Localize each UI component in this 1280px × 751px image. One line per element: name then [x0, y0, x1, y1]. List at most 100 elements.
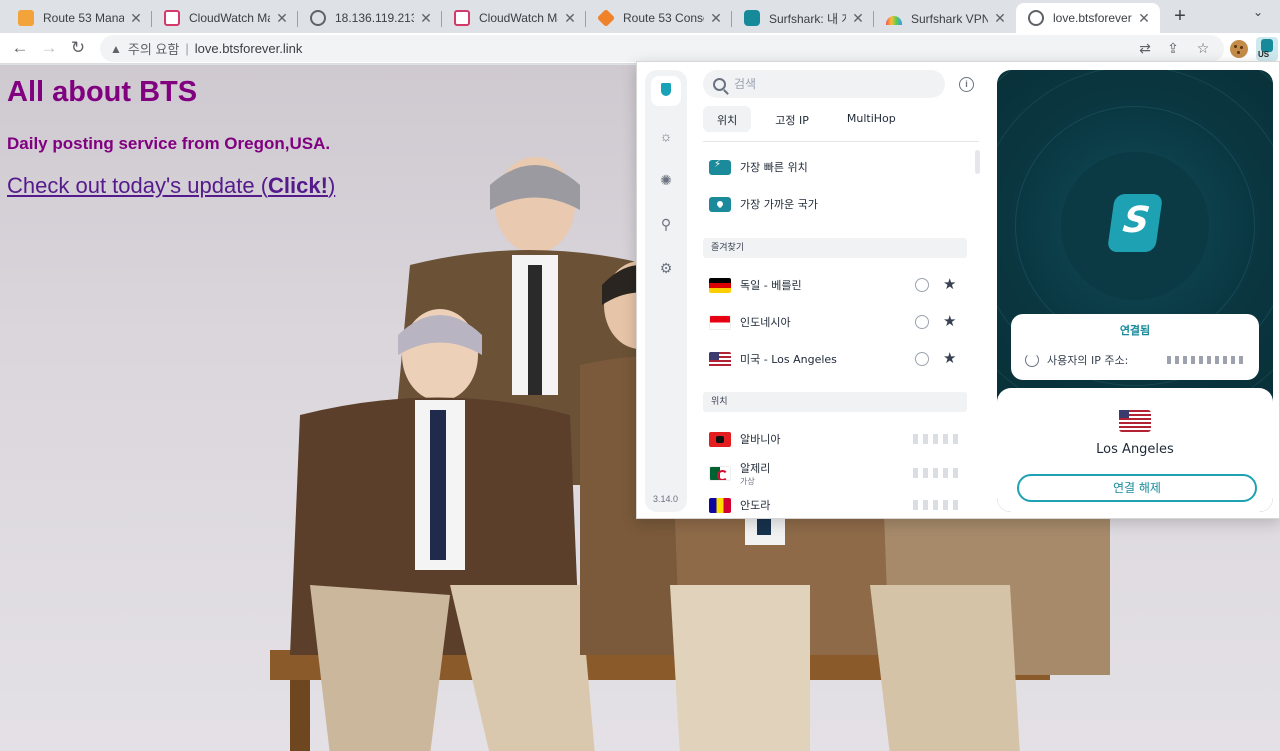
star-icon[interactable]: ★: [943, 275, 956, 293]
tab-multihop[interactable]: MultiHop: [833, 106, 910, 132]
list-item-label: 독일 - 베를린: [740, 279, 802, 292]
info-icon[interactable]: i: [959, 77, 974, 92]
favorites-header: 즐겨찾기: [703, 238, 967, 258]
browser-tab[interactable]: CloudWatch Man ✕: [442, 3, 586, 33]
list-item-favorite[interactable]: 미국 - Los Angeles ★: [703, 344, 971, 374]
search-alert-icon[interactable]: ⚲: [658, 216, 674, 232]
star-icon[interactable]: ★: [943, 312, 956, 330]
connection-status: 연결됨: [1119, 324, 1151, 337]
bookmark-star-icon[interactable]: ☆: [1192, 37, 1214, 59]
close-icon[interactable]: ✕: [274, 10, 290, 26]
page-subtitle: Daily posting service from Oregon,USA.: [7, 134, 331, 153]
usa-flag-icon: [1119, 410, 1151, 432]
aws-box-icon: [18, 10, 34, 26]
chevron-down-icon[interactable]: ⌄: [1248, 5, 1268, 25]
browser-tab[interactable]: Surfshark VPN 확 ✕: [874, 3, 1016, 33]
tab-static-ip[interactable]: 고정 IP: [761, 106, 823, 132]
list-item-favorite[interactable]: 인도네시아 ★: [703, 307, 971, 337]
list-item-favorite[interactable]: 독일 - 베를린 ★: [703, 270, 971, 300]
location-name: 알제리: [740, 461, 771, 475]
antivirus-bug-icon[interactable]: ✺: [658, 172, 674, 188]
list-item-label: 가장 빠른 위치: [740, 161, 808, 174]
radio-toggle[interactable]: [915, 278, 929, 292]
forward-arrow-icon[interactable]: →: [37, 37, 61, 59]
close-icon[interactable]: ✕: [562, 10, 578, 26]
status-card: 연결됨 사용자의 IP 주소:: [1011, 314, 1259, 380]
link-bold-text[interactable]: Click!: [268, 173, 328, 198]
pixelated-region: [913, 434, 961, 444]
browser-tab[interactable]: Route 53 Consol ✕: [586, 3, 732, 33]
back-arrow-icon[interactable]: ←: [8, 37, 32, 59]
browser-tab[interactable]: CloudWatch Man ✕: [152, 3, 298, 33]
pin-icon: [709, 196, 731, 212]
browser-tab[interactable]: Route 53 Manag ✕: [6, 3, 152, 33]
browser-toolbar: ← → ↻ ▲ 주의 요함 | love.btsforever.link ⇄ ⇪…: [0, 33, 1280, 64]
tab-title: CloudWatch Man: [479, 11, 558, 25]
tab-title: Route 53 Manag: [43, 11, 124, 25]
ip-line: 사용자의 IP 주소:: [1025, 352, 1128, 368]
browser-tab[interactable]: Surfshark: 내 계정 ✕: [732, 3, 874, 33]
bolt-icon: [709, 159, 731, 175]
pixelated-region: [913, 500, 961, 510]
tab-strip: Route 53 Manag ✕ CloudWatch Man ✕ 18.136…: [0, 0, 1280, 33]
list-item-nearest[interactable]: 가장 가까운 국가: [703, 189, 971, 219]
tab-title: CloudWatch Man: [189, 11, 270, 25]
connected-location: Los Angeles: [1096, 442, 1174, 457]
surfshark-popup: ☼ ✺ ⚲ ⚙ 3.14.0 i 위치 고정 IP MultiHop 가장 빠른…: [636, 61, 1280, 519]
indonesia-flag-icon: [709, 314, 731, 330]
surfshark-logo-icon: [1106, 194, 1164, 252]
disconnect-button[interactable]: 연결 해제: [1017, 474, 1257, 502]
list-item-label: 가장 가까운 국가: [740, 198, 818, 211]
list-item-label: 인도네시아: [740, 316, 791, 329]
location-search[interactable]: [703, 70, 945, 98]
close-icon[interactable]: ✕: [850, 10, 866, 26]
route53-cube-icon: [596, 8, 616, 28]
tab-title: Surfshark: 내 계정: [769, 11, 846, 26]
andorra-flag-icon: [709, 497, 731, 513]
todays-update-link[interactable]: Check out today's update (Click!): [7, 173, 335, 199]
list-item-location[interactable]: 알제리 가상: [703, 458, 971, 488]
close-icon[interactable]: ✕: [418, 10, 434, 26]
list-item-location[interactable]: 안도라: [703, 490, 971, 518]
close-icon[interactable]: ✕: [128, 10, 144, 26]
browser-tab-active[interactable]: love.btsforever.lin ✕: [1016, 3, 1160, 33]
radio-toggle[interactable]: [915, 315, 929, 329]
url-text[interactable]: love.btsforever.link: [195, 41, 303, 56]
close-icon[interactable]: ✕: [1136, 10, 1152, 26]
tab-locations[interactable]: 위치: [703, 106, 752, 132]
ip-label: 사용자의 IP 주소:: [1047, 354, 1129, 367]
list-item-fastest[interactable]: 가장 빠른 위치: [703, 152, 971, 182]
app-version: 3.14.0: [653, 494, 679, 504]
translate-icon[interactable]: ⇄: [1134, 37, 1156, 59]
germany-flag-icon: [709, 277, 731, 293]
list-item-location[interactable]: 알바니아: [703, 424, 971, 454]
browser-tab[interactable]: 18.136.119.213/n ✕: [298, 3, 442, 33]
cookie-extension-icon[interactable]: [1230, 40, 1248, 58]
rainbow-icon: [886, 15, 902, 25]
search-input[interactable]: [734, 77, 914, 91]
close-icon[interactable]: ✕: [708, 10, 724, 26]
surfshark-extension-icon[interactable]: US: [1256, 37, 1278, 61]
list-item-label: 미국 - Los Angeles: [740, 353, 837, 366]
share-icon[interactable]: ⇪: [1162, 37, 1184, 59]
warning-triangle-icon[interactable]: ▲: [110, 42, 122, 56]
star-icon[interactable]: ★: [943, 349, 956, 367]
locations-header: 위치: [703, 392, 967, 412]
new-tab-button[interactable]: +: [1168, 5, 1192, 29]
address-bar[interactable]: ▲ 주의 요함 | love.btsforever.link: [100, 35, 1224, 62]
radio-toggle[interactable]: [915, 352, 929, 366]
tab-title: 18.136.119.213/n: [335, 11, 414, 25]
alert-icon[interactable]: ☼: [658, 128, 674, 144]
albania-flag-icon: [709, 431, 731, 447]
reload-icon[interactable]: ↻: [66, 37, 90, 59]
gear-icon[interactable]: ⚙: [658, 260, 674, 276]
link-close-text[interactable]: ): [328, 173, 335, 198]
refresh-icon[interactable]: [1025, 353, 1039, 367]
vpn-shield-icon[interactable]: [651, 76, 681, 106]
link-text[interactable]: Check out today's update (: [7, 173, 268, 198]
close-icon[interactable]: ✕: [992, 10, 1008, 26]
security-warning-label[interactable]: 주의 요함: [128, 39, 179, 58]
location-list: 가장 빠른 위치 가장 가까운 국가 즐겨찾기 독일 - 베를린 ★ 인도네시아…: [703, 150, 979, 518]
algeria-flag-icon: [709, 465, 731, 481]
connection-panel: 연결됨 사용자의 IP 주소: Los Angeles 연결 해제: [997, 70, 1273, 512]
